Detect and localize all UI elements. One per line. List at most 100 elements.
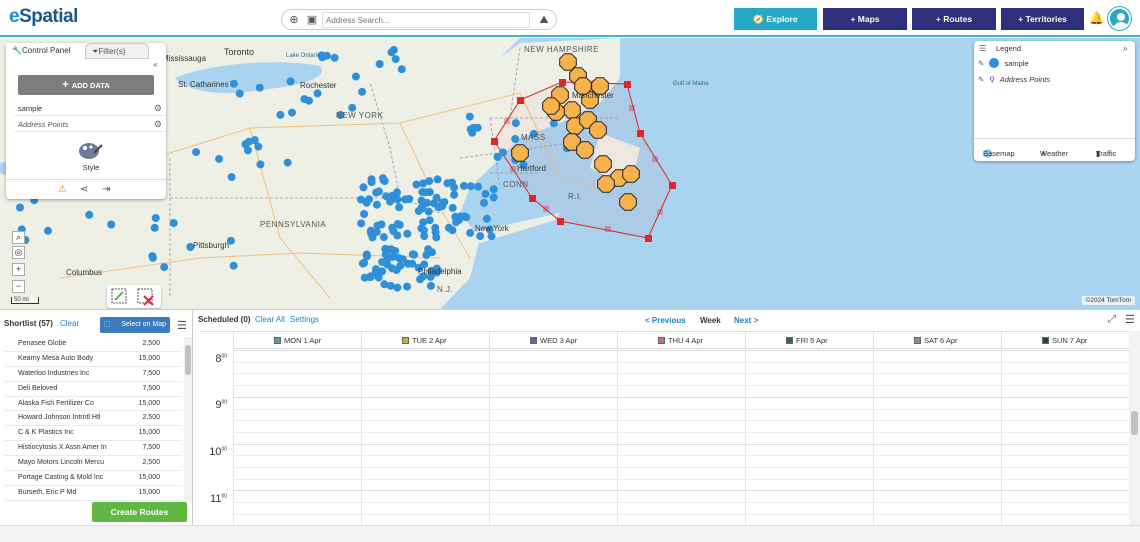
espatial-logo[interactable]: eSpatial [9, 6, 78, 28]
add-location-icon[interactable]: ⊕ [286, 13, 302, 27]
shortlist-scrollbar[interactable] [184, 337, 192, 502]
clear-all-link[interactable]: Clear All [255, 315, 285, 324]
settings-link[interactable]: Settings [290, 315, 319, 324]
address-point-marker[interactable] [276, 110, 285, 119]
address-point-marker[interactable] [481, 189, 490, 198]
address-point-marker[interactable] [403, 229, 412, 238]
address-point-marker[interactable] [417, 196, 426, 205]
address-point-marker[interactable] [235, 89, 244, 98]
layer-row-address-points[interactable]: Address Points ⚙ [14, 117, 164, 132]
expand-legend-icon[interactable]: » [1123, 44, 1127, 53]
address-point-marker[interactable] [476, 232, 485, 241]
next-week-button[interactable]: Next > [734, 316, 758, 325]
cluster-marker[interactable] [563, 101, 581, 119]
menu-icon[interactable]: ☰ [1125, 313, 1135, 326]
create-routes-button[interactable]: Create Routes [92, 502, 187, 522]
address-point-marker[interactable] [229, 79, 238, 88]
address-point-marker[interactable] [375, 60, 384, 68]
address-point-marker[interactable] [468, 128, 477, 137]
address-point-marker[interactable] [313, 89, 322, 98]
address-point-marker[interactable] [245, 137, 253, 146]
tab-filters[interactable]: ⏷Filter(s) [85, 43, 149, 59]
address-point-marker[interactable] [448, 203, 457, 212]
address-point-marker[interactable] [254, 142, 263, 151]
address-point-marker[interactable] [465, 112, 474, 121]
address-point-marker[interactable] [372, 200, 381, 209]
cluster-marker[interactable] [619, 193, 637, 211]
address-point-marker[interactable] [358, 259, 367, 268]
address-point-marker[interactable] [365, 195, 373, 204]
address-point-marker[interactable] [456, 212, 465, 221]
address-point-marker[interactable] [398, 255, 407, 264]
address-point-marker[interactable] [425, 177, 434, 186]
address-point-marker[interactable] [330, 53, 339, 62]
address-point-marker[interactable] [16, 203, 24, 212]
address-point-marker[interactable] [433, 175, 442, 184]
address-point-marker[interactable] [215, 154, 224, 163]
address-point-marker[interactable] [379, 174, 387, 183]
brush-icon[interactable]: ✎ [978, 75, 984, 84]
add-territories-button[interactable]: + Territories [1001, 8, 1084, 30]
layer-row-sample[interactable]: sample ⚙ [14, 101, 164, 116]
list-item[interactable]: Burseth, Eric P Md 15,000 [4, 486, 182, 501]
address-point-marker[interactable] [160, 263, 169, 272]
address-point-marker[interactable] [444, 223, 453, 232]
address-point-marker[interactable] [357, 195, 365, 204]
zoom-area-button[interactable]: ⌕ [12, 231, 25, 244]
address-point-marker[interactable] [432, 233, 441, 242]
delete-polygon-icon[interactable] [137, 288, 154, 306]
address-point-marker[interactable] [420, 232, 429, 240]
address-point-marker[interactable] [397, 65, 406, 74]
address-point-marker[interactable] [148, 252, 157, 261]
address-point-marker[interactable] [381, 250, 390, 259]
address-point-marker[interactable] [382, 257, 391, 266]
address-point-marker[interactable] [425, 216, 434, 225]
address-point-marker[interactable] [300, 95, 309, 104]
address-point-marker[interactable] [443, 179, 452, 188]
address-point-marker[interactable] [229, 261, 238, 270]
address-point-marker[interactable] [255, 83, 264, 92]
address-point-marker[interactable] [288, 108, 296, 117]
address-point-marker[interactable] [151, 214, 160, 222]
cluster-marker[interactable] [594, 155, 612, 173]
address-point-marker[interactable] [286, 77, 295, 86]
address-point-marker[interactable] [393, 195, 402, 204]
cluster-marker[interactable] [622, 165, 640, 183]
address-point-marker[interactable] [489, 193, 498, 202]
draw-polygon-icon[interactable] [111, 288, 127, 304]
address-point-marker[interactable] [498, 148, 507, 157]
address-point-marker[interactable] [372, 227, 381, 236]
gear-icon[interactable]: ⚙ [154, 117, 162, 132]
address-point-marker[interactable] [421, 188, 430, 197]
address-point-marker[interactable] [393, 231, 402, 240]
list-item[interactable]: C & K Plastics Inc 15,000 [4, 426, 182, 442]
address-point-marker[interactable] [379, 233, 388, 242]
address-point-marker[interactable] [450, 190, 459, 199]
address-point-marker[interactable] [358, 87, 367, 96]
address-point-marker[interactable] [85, 210, 94, 219]
address-point-marker[interactable] [256, 160, 265, 169]
address-point-marker[interactable] [360, 210, 369, 218]
select-on-map-button[interactable]: ⬚ Select on Map [100, 317, 170, 333]
address-point-marker[interactable] [426, 281, 435, 290]
map-canvas[interactable]: Toronto Mississauga Lake Ontario St. Cat… [0, 38, 1140, 309]
calendar-scrollbar[interactable] [1129, 331, 1140, 525]
address-point-marker[interactable] [403, 282, 412, 291]
address-point-marker[interactable] [107, 220, 116, 229]
address-point-marker[interactable] [489, 185, 498, 194]
address-point-marker[interactable] [391, 55, 400, 64]
address-point-marker[interactable] [466, 228, 475, 237]
address-point-marker[interactable] [359, 183, 368, 192]
locate-button[interactable]: ◎ [12, 246, 25, 259]
address-point-marker[interactable] [375, 187, 383, 196]
add-routes-button[interactable]: + Routes [912, 8, 996, 30]
list-item[interactable]: Deli Beloved 7,500 [4, 382, 182, 397]
address-point-marker[interactable] [412, 180, 421, 189]
address-point-marker[interactable] [44, 226, 52, 235]
address-point-marker[interactable] [393, 283, 402, 292]
address-point-marker[interactable] [424, 245, 433, 254]
address-point-marker[interactable] [482, 214, 491, 223]
address-point-marker[interactable] [466, 182, 475, 191]
address-point-marker[interactable] [474, 182, 483, 191]
list-item[interactable]: Kearny Mesa Auto Body 15,000 [4, 352, 182, 367]
